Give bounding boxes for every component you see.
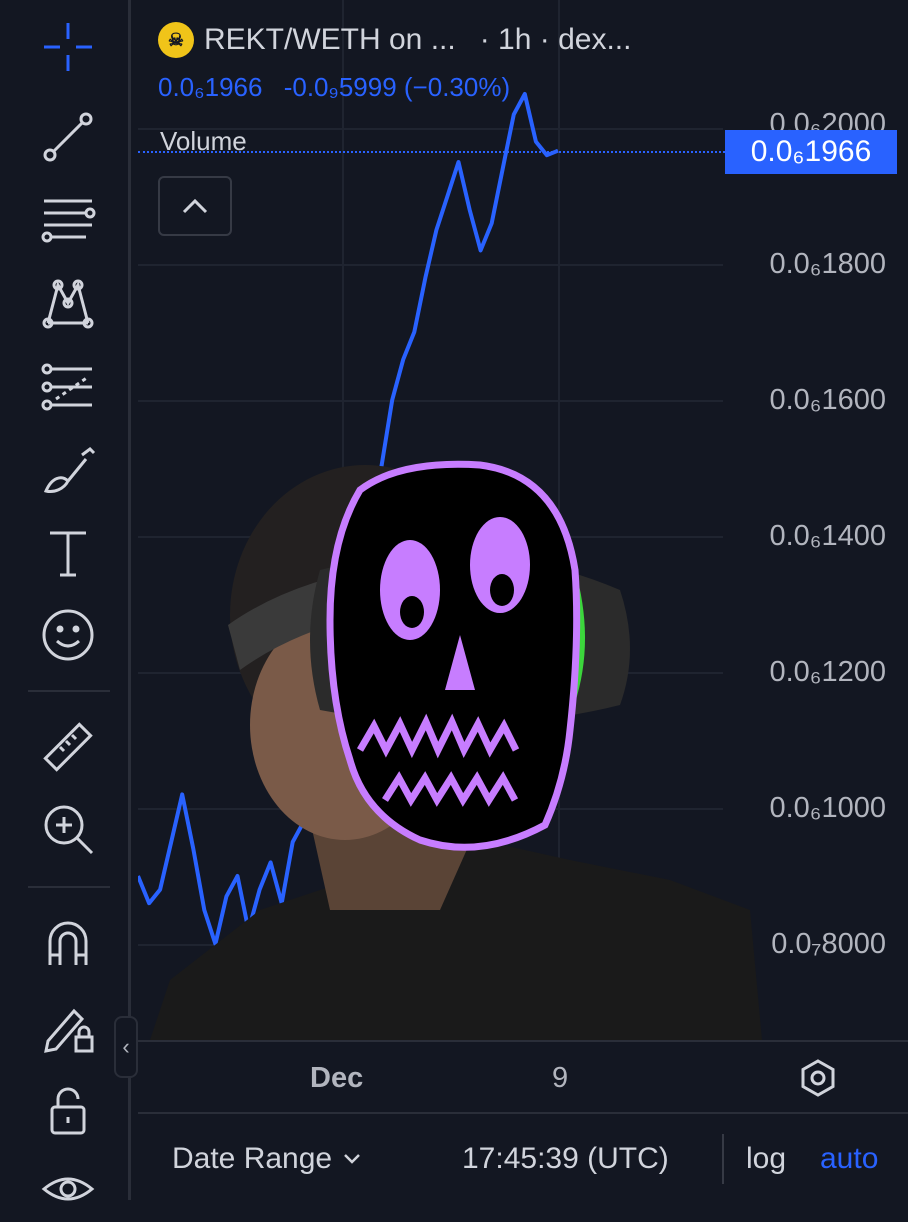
date-range-dropdown[interactable]: Date Range — [172, 1142, 362, 1176]
emoji-icon[interactable] — [30, 602, 106, 668]
price-axis-label: 0.0₆1800 — [769, 248, 886, 280]
log-scale-toggle[interactable]: log — [746, 1142, 786, 1176]
utc-clock[interactable]: 17:45:39 (UTC) — [462, 1142, 669, 1176]
lock-icon[interactable] — [30, 1078, 106, 1144]
current-price: 0.0₆1966 — [158, 72, 263, 102]
toolbar-divider — [28, 690, 110, 692]
toolbar-collapse-handle[interactable]: ‹ — [114, 1016, 138, 1078]
overlay-avatar-image — [150, 460, 762, 1040]
toolbar-divider — [28, 886, 110, 888]
magnet-icon[interactable] — [30, 910, 106, 976]
brush-icon[interactable] — [30, 438, 106, 504]
pattern-icon[interactable] — [30, 270, 106, 336]
time-axis-label: Dec — [310, 1062, 364, 1094]
volume-indicator-label[interactable]: Volume — [160, 126, 247, 157]
last-price-tag: 0.0₆1966 — [725, 130, 897, 174]
time-axis-label: 9 — [552, 1062, 569, 1094]
collapse-legend-button[interactable] — [158, 176, 232, 236]
zoom-in-icon[interactable] — [30, 796, 106, 862]
ohlc-values: 0.0₆1966 -0.0₉5999 (−0.30%) — [158, 72, 510, 103]
interval-source: · 1h · dex... — [479, 23, 632, 56]
fib-retracement-icon[interactable] — [30, 186, 106, 252]
price-axis-label: 0.0₇8000 — [771, 928, 886, 960]
chart-settings-icon[interactable] — [798, 1058, 838, 1098]
price-axis-label: 0.0₆1600 — [769, 384, 886, 416]
bottom-toolbar: Date Range 17:45:39 (UTC) log auto — [138, 1112, 908, 1202]
price-axis-label: 0.0₆1200 — [769, 656, 886, 688]
forecast-icon[interactable] — [30, 354, 106, 420]
ruler-icon[interactable] — [30, 714, 106, 780]
symbol-title: REKT/WETH on ... — [204, 23, 456, 56]
price-axis-label: 0.0₆1000 — [769, 792, 886, 824]
date-range-label: Date Range — [172, 1142, 333, 1175]
auto-scale-toggle[interactable]: auto — [820, 1142, 878, 1176]
drawing-toolbar — [0, 0, 131, 1201]
price-change: -0.0₉5999 (−0.30%) — [283, 72, 511, 102]
symbol-legend[interactable]: ☠ REKT/WETH on ... · 1h · dex... — [158, 18, 631, 62]
chevron-down-icon — [344, 1154, 360, 1164]
crosshair-icon[interactable] — [30, 14, 106, 80]
lock-drawing-icon[interactable] — [30, 994, 106, 1060]
price-axis-label: 0.0₆1400 — [769, 520, 886, 552]
eye-icon[interactable] — [30, 1156, 106, 1222]
token-logo: ☠ — [158, 22, 194, 58]
chevron-up-icon — [182, 198, 208, 214]
trend-line-icon[interactable] — [30, 104, 106, 170]
text-icon[interactable] — [30, 520, 106, 586]
time-axis[interactable]: Dec 9 — [138, 1040, 908, 1114]
toolbar-divider — [722, 1134, 724, 1184]
